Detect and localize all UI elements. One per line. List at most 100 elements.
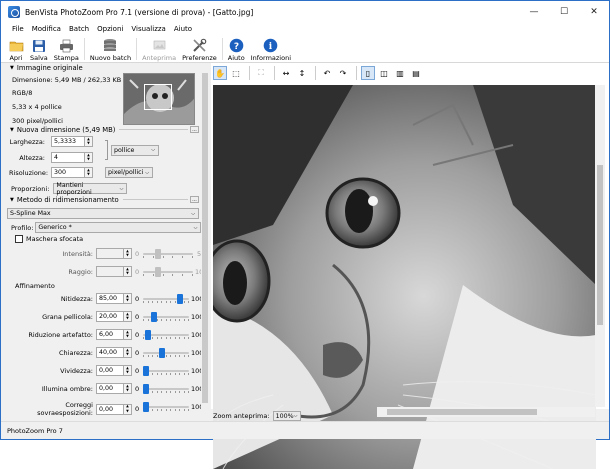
sharpening-slider[interactable] (143, 293, 189, 304)
radius-slider[interactable] (143, 266, 193, 277)
slider-thumb[interactable] (143, 366, 149, 376)
settings-panel: ▼ Immagine originale Dimensione: 5,49 MB… (5, 63, 201, 421)
menu-visualizza[interactable]: Visualizza (127, 25, 169, 33)
rotate-right-button[interactable]: ↷ (336, 66, 350, 80)
slider-thumb[interactable] (159, 348, 165, 358)
sharpening-spinner[interactable]: ▲ ▼ (124, 347, 132, 358)
original-image-header[interactable]: ▼ Immagine originale (5, 63, 195, 72)
preview-region-frame[interactable] (144, 84, 172, 110)
menu-opzioni[interactable]: Opzioni (93, 25, 127, 33)
sharpening-label: Chiarezza: (59, 348, 93, 357)
menu-batch[interactable]: Batch (65, 25, 93, 33)
settings-scrollbar[interactable] (201, 63, 209, 421)
scroll-thumb[interactable] (202, 73, 208, 403)
proportions-label: Proporzioni: (11, 184, 50, 193)
info-button[interactable]: i Informazioni (248, 35, 294, 62)
preview-area: ✋ ⬚ ⛶ ↔ ↕ ↶ ↷ ▯ ◫ ▥ ▤ (211, 63, 609, 469)
sharpening-value-field[interactable]: 6,00 (96, 329, 124, 340)
resolution-unit-select[interactable]: pixel/pollici ⌵ (105, 167, 153, 178)
intensity-slider[interactable] (143, 248, 193, 259)
menu-aiuto[interactable]: Aiuto (170, 25, 196, 33)
zoom-select[interactable]: 100% ⌵ (272, 411, 301, 421)
height-spinner[interactable]: ▲ ▼ (85, 152, 93, 163)
sharpening-value-field[interactable]: 40,00 (96, 347, 124, 358)
unsharp-mask-checkbox[interactable] (15, 235, 23, 243)
maximize-button[interactable]: ☐ (549, 1, 579, 23)
toolbar-separator (136, 38, 138, 60)
single-pane-icon: ▯ (365, 68, 371, 78)
intensity-field[interactable] (96, 248, 124, 259)
sharpening-slider[interactable] (143, 329, 189, 340)
preview-horizontal-scrollbar[interactable] (377, 407, 595, 417)
radius-spinner[interactable]: ▲ ▼ (124, 266, 132, 277)
slider-thumb[interactable] (151, 312, 157, 322)
size-unit-select[interactable]: pollice ⌵ (111, 144, 159, 156)
sharpening-row: Grana pellicola: 20,00 ▲ ▼ 0 (9, 311, 139, 322)
split-view-button[interactable]: ◫ (377, 66, 391, 80)
intensity-spinner[interactable]: ▲ ▼ (124, 248, 132, 259)
sharpening-spinner[interactable]: ▲ ▼ (124, 293, 132, 304)
sharpening-spinner[interactable]: ▲ ▼ (124, 311, 132, 322)
fit-width-button[interactable]: ↔ (279, 66, 293, 80)
preview-vertical-scrollbar[interactable] (595, 85, 605, 407)
sharpening-slider[interactable] (143, 365, 189, 376)
open-button[interactable]: Apri (5, 35, 27, 62)
sharpening-value-field[interactable]: 20,00 (96, 311, 124, 322)
print-button[interactable]: Stampa (51, 35, 82, 62)
sharpening-spinner[interactable]: ▲ ▼ (124, 329, 132, 340)
sharpening-value-field[interactable]: 0,00 (96, 383, 124, 394)
sharpening-spinner[interactable]: ▲ ▼ (124, 365, 132, 376)
close-button[interactable]: ✕ (579, 1, 609, 23)
sharpening-spinner[interactable]: ▲ ▼ (124, 403, 132, 415)
sharpening-value-field[interactable]: 85,00 (96, 293, 124, 304)
sharpening-slider[interactable] (143, 401, 189, 412)
proportions-select[interactable]: Mantieni proporzioni ⌵ (53, 182, 128, 196)
fit-height-button[interactable]: ↕ (295, 66, 309, 80)
scroll-thumb[interactable] (387, 409, 537, 415)
crop-button[interactable]: ⛶ (254, 66, 268, 80)
single-view-button[interactable]: ▯ (361, 66, 375, 80)
width-field[interactable]: 5,3333 (51, 136, 85, 147)
resolution-spinner[interactable]: ▲ ▼ (85, 167, 93, 178)
preview-label: Anteprima (142, 54, 177, 62)
print-label: Stampa (53, 54, 79, 62)
algorithm-select[interactable]: S-Spline Max ⌵ (7, 208, 199, 219)
resolution-field[interactable]: 300 (51, 167, 85, 178)
new-batch-button[interactable]: Nuovo batch (87, 35, 134, 62)
slider-thumb[interactable] (143, 402, 149, 412)
preview-button[interactable]: Anteprima (139, 35, 179, 62)
scroll-thumb[interactable] (597, 165, 603, 325)
menu-file[interactable]: File (1, 25, 28, 33)
sharpening-slider[interactable] (143, 311, 189, 322)
save-button[interactable]: Salva (27, 35, 51, 62)
sharpening-spinner[interactable]: ▲ ▼ (124, 383, 132, 394)
resize-method-header[interactable]: ▼ Metodo di ridimensionamento ... (5, 195, 201, 204)
preferences-button[interactable]: Preferenze (179, 35, 220, 62)
new-size-header[interactable]: ▼ Nuova dimensione (5,49 MB) ... (5, 125, 201, 134)
profile-select[interactable]: Generico * ⌵ (35, 222, 201, 233)
zoom-tool-button[interactable]: ⬚ (229, 66, 243, 80)
sharpening-slider[interactable] (143, 383, 189, 394)
method-options-button[interactable]: ... (190, 196, 199, 203)
new-size-options-button[interactable]: ... (190, 126, 199, 133)
hand-tool-button[interactable]: ✋ (213, 66, 227, 80)
radius-field[interactable] (96, 266, 124, 277)
menu-modifica[interactable]: Modifica (28, 25, 65, 33)
width-spinner[interactable]: ▲ ▼ (85, 136, 93, 147)
sharpening-slider[interactable] (143, 347, 189, 358)
help-button[interactable]: ? Aiuto (225, 35, 248, 62)
rotate-left-button[interactable]: ↶ (320, 66, 334, 80)
slider-thumb[interactable] (177, 294, 183, 304)
stacked-view-button[interactable]: ▤ (409, 66, 423, 80)
original-thumbnail[interactable] (123, 73, 195, 125)
slider-thumb[interactable] (143, 384, 149, 394)
sharpening-value-field[interactable]: 0,00 (96, 403, 124, 415)
sharpening-label: Riduzione artefatto: (28, 330, 93, 339)
sharpening-value-field[interactable]: 0,00 (96, 365, 124, 376)
minimize-button[interactable]: — (519, 1, 549, 23)
sharpening-row: Riduzione artefatto: 6,00 ▲ ▼ 0 (9, 329, 139, 340)
side-by-side-button[interactable]: ▥ (393, 66, 407, 80)
height-field[interactable]: 4 (51, 152, 85, 163)
original-size: 5,33 x 4 pollice (12, 103, 62, 111)
slider-thumb[interactable] (145, 330, 151, 340)
